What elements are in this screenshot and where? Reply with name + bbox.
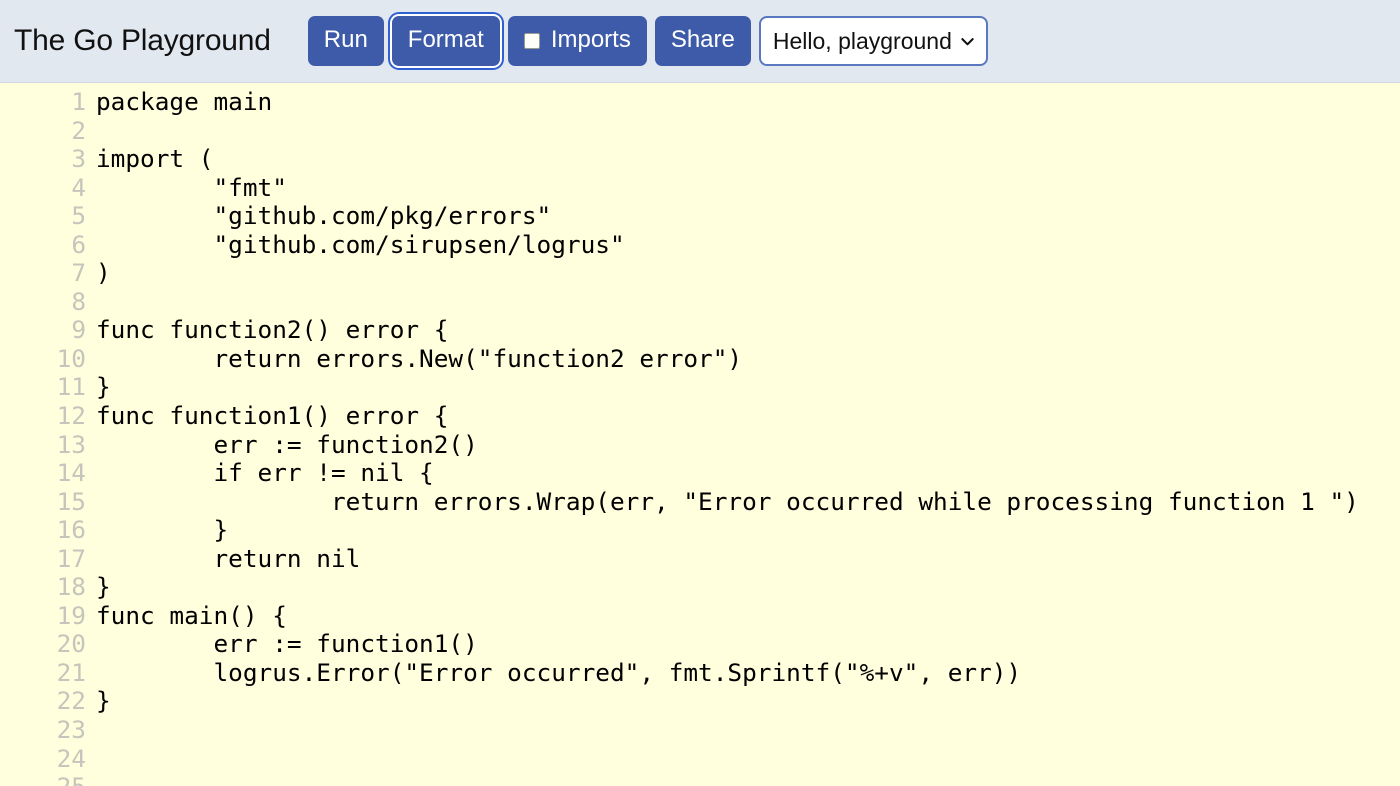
line-text[interactable]: ) bbox=[86, 259, 111, 288]
line-text[interactable]: } bbox=[86, 573, 111, 602]
page-title: The Go Playground bbox=[14, 24, 271, 57]
line-text[interactable]: package main bbox=[86, 87, 272, 117]
code-line[interactable]: 21 logrus.Error("Error occurred", fmt.Sp… bbox=[0, 657, 1400, 688]
code-line[interactable]: 5 "github.com/pkg/errors" bbox=[0, 202, 1400, 231]
line-number: 20 bbox=[56, 629, 86, 659]
line-number: 17 bbox=[56, 543, 86, 573]
line-text[interactable]: } bbox=[86, 373, 111, 402]
line-number: 12 bbox=[56, 401, 86, 431]
line-number: 15 bbox=[56, 486, 86, 516]
code-line[interactable]: 19 func main() { bbox=[0, 600, 1400, 631]
code-line[interactable]: 25 bbox=[0, 773, 1400, 786]
line-number: 14 bbox=[56, 458, 86, 488]
line-number: 5 bbox=[71, 201, 86, 231]
code-line[interactable]: 8 bbox=[0, 286, 1400, 317]
code-line[interactable]: 6 "github.com/sirupsen/logrus" bbox=[0, 229, 1400, 260]
line-number: 4 bbox=[71, 172, 86, 202]
code-line[interactable]: 22} bbox=[0, 687, 1400, 716]
line-text[interactable]: err := function2() bbox=[86, 430, 477, 460]
code-line[interactable]: 12 func function1() error { bbox=[0, 401, 1400, 431]
format-button[interactable]: Format bbox=[391, 16, 500, 66]
code-line[interactable]: 24 bbox=[0, 743, 1400, 774]
line-number: 13 bbox=[56, 429, 86, 459]
line-text[interactable]: "github.com/sirupsen/logrus" bbox=[86, 230, 624, 260]
line-number: 6 bbox=[71, 229, 86, 259]
chevron-down-icon bbox=[960, 34, 975, 49]
app-header: The Go Playground Run Format Imports Share … bbox=[0, 0, 1400, 83]
run-button-label: Run bbox=[323, 26, 368, 53]
line-text[interactable]: func main() { bbox=[86, 601, 287, 631]
code-editor[interactable]: 1 package main 2 3 import (4 "fmt" 5 "github.… bbox=[0, 83, 1400, 786]
line-number: 18 bbox=[56, 572, 86, 602]
example-select[interactable]: Hello, playground bbox=[758, 16, 988, 66]
code-line[interactable]: 20 err := function1() bbox=[0, 630, 1400, 659]
line-number: 1 bbox=[71, 87, 86, 116]
line-number: 7 bbox=[71, 258, 86, 288]
line-number: 25 bbox=[0, 773, 86, 786]
example-select-value: Hello, playground bbox=[772, 27, 952, 54]
code-line[interactable]: 7) bbox=[0, 259, 1400, 288]
line-number: 19 bbox=[56, 600, 86, 630]
code-line[interactable]: 1 package main bbox=[0, 87, 1400, 117]
line-number: 11 bbox=[56, 372, 86, 402]
share-button-label: Share bbox=[670, 26, 735, 53]
code-line[interactable]: 10 return errors.New("function2 error") bbox=[0, 343, 1400, 374]
line-text[interactable]: logrus.Error("Error occurred", fmt.Sprin… bbox=[86, 658, 1021, 688]
line-number: 16 bbox=[56, 515, 86, 545]
code-line[interactable]: 3 import ( bbox=[0, 145, 1400, 174]
share-button[interactable]: Share bbox=[654, 16, 751, 66]
code-lines[interactable]: 1 package main 2 3 import (4 "fmt" 5 "github.… bbox=[0, 87, 1400, 786]
format-button-label: Format bbox=[407, 26, 484, 53]
code-line[interactable]: 4 "fmt" bbox=[0, 172, 1400, 203]
line-text[interactable]: import ( bbox=[86, 145, 213, 174]
imports-button-label: Imports bbox=[550, 26, 631, 53]
line-text[interactable]: "github.com/pkg/errors" bbox=[86, 202, 551, 231]
line-number: 23 bbox=[56, 715, 86, 745]
line-number: 9 bbox=[71, 315, 86, 345]
line-number: 8 bbox=[71, 286, 86, 316]
code-line[interactable]: 14 if err != nil { bbox=[0, 459, 1400, 488]
line-text[interactable]: func function2() error { bbox=[86, 316, 448, 345]
line-text[interactable]: return nil bbox=[86, 544, 360, 574]
imports-button[interactable]: Imports bbox=[507, 16, 647, 66]
code-line[interactable]: 18} bbox=[0, 573, 1400, 602]
code-line[interactable]: 15 return errors.Wrap(err, "Error occurr… bbox=[0, 486, 1400, 517]
line-number: 22 bbox=[56, 686, 86, 716]
code-line[interactable]: 2 bbox=[0, 115, 1400, 146]
line-text[interactable]: } bbox=[86, 516, 228, 545]
line-text[interactable]: err := function1() bbox=[86, 630, 477, 659]
toolbar: Run Format Imports Share bbox=[307, 16, 751, 66]
line-number: 10 bbox=[56, 343, 86, 373]
code-line[interactable]: 11} bbox=[0, 373, 1400, 402]
code-line[interactable]: 23 bbox=[0, 715, 1400, 745]
line-text[interactable]: "fmt" bbox=[86, 173, 286, 203]
imports-checkbox[interactable] bbox=[523, 33, 540, 49]
code-line[interactable]: 16 } bbox=[0, 516, 1400, 545]
code-line[interactable]: 13 err := function2() bbox=[0, 429, 1400, 460]
line-text[interactable]: return errors.Wrap(err, "Error occurred … bbox=[86, 487, 1359, 517]
line-text[interactable]: return errors.New("function2 error") bbox=[86, 344, 742, 374]
line-number: 3 bbox=[71, 144, 86, 174]
code-line[interactable]: 17 return nil bbox=[0, 543, 1400, 574]
line-number: 2 bbox=[71, 115, 86, 145]
go-playground-page: The Go Playground Run Format Imports Share … bbox=[0, 0, 1400, 786]
line-text[interactable]: } bbox=[86, 687, 111, 716]
line-number: 21 bbox=[56, 657, 86, 687]
run-button[interactable]: Run bbox=[307, 16, 384, 66]
line-text[interactable]: func function1() error { bbox=[86, 401, 448, 431]
line-text[interactable]: if err != nil { bbox=[86, 459, 433, 488]
code-line[interactable]: 9 func function2() error { bbox=[0, 316, 1400, 345]
line-number: 24 bbox=[56, 743, 86, 773]
